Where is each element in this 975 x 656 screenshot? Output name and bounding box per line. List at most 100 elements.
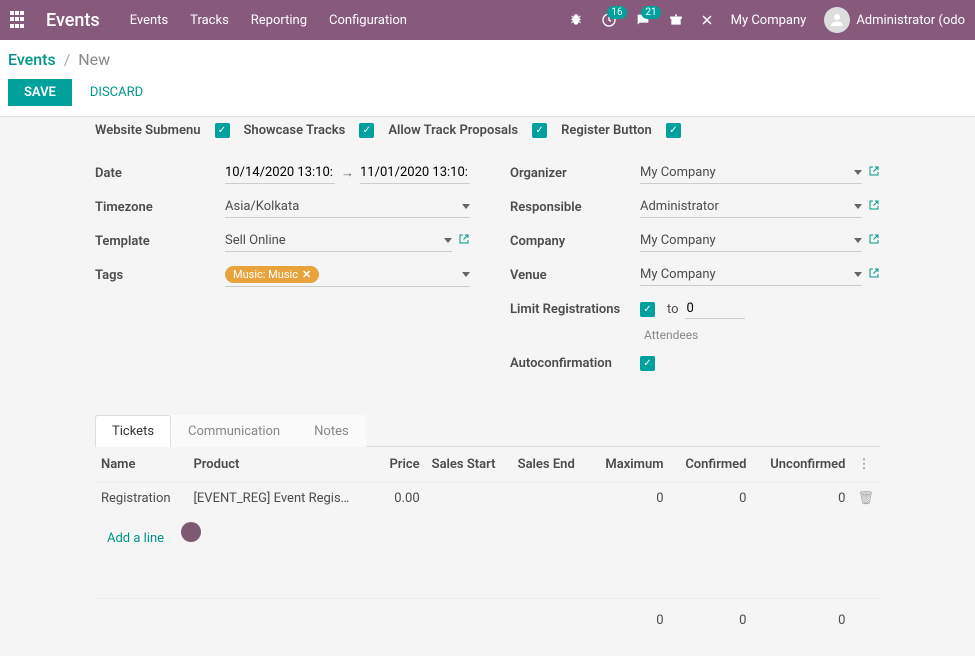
chevron-down-icon bbox=[854, 238, 862, 243]
tag-music[interactable]: Music: Music ✕ bbox=[225, 266, 319, 283]
date-start-input[interactable] bbox=[225, 162, 335, 184]
col-sales-start: Sales Start bbox=[426, 447, 512, 483]
chevron-down-icon bbox=[444, 238, 452, 243]
autoconf-checkbox[interactable]: ✓ bbox=[640, 356, 655, 371]
chevron-down-icon bbox=[462, 204, 470, 209]
company-menu[interactable]: My Company bbox=[731, 13, 807, 28]
chevron-down-icon bbox=[854, 204, 862, 209]
user-menu[interactable]: Administrator (odo bbox=[824, 7, 965, 33]
tickets-table: Name Product Price Sales Start Sales End… bbox=[95, 447, 880, 636]
date-label: Date bbox=[95, 166, 225, 181]
bug-icon[interactable] bbox=[569, 13, 583, 27]
chat-icon[interactable]: 21 bbox=[635, 12, 651, 28]
avatar-icon bbox=[824, 7, 850, 33]
cell-maximum[interactable]: 0 bbox=[590, 483, 670, 515]
allow-proposals-label: Allow Track Proposals bbox=[388, 123, 518, 138]
total-unconfirmed: 0 bbox=[752, 599, 851, 637]
cell-price[interactable]: 0.00 bbox=[378, 483, 426, 515]
venue-select[interactable]: My Company bbox=[640, 264, 862, 286]
chevron-down-icon bbox=[854, 170, 862, 175]
chevron-down-icon bbox=[462, 272, 470, 277]
control-panel: Events / New SAVE DISCARD bbox=[0, 40, 975, 117]
form-view: Website Submenu ✓ Showcase Tracks ✓ Allo… bbox=[0, 117, 975, 656]
delete-row-icon[interactable]: 🗑 bbox=[851, 483, 880, 515]
organizer-label: Organizer bbox=[510, 166, 640, 181]
breadcrumb-root[interactable]: Events bbox=[8, 50, 56, 69]
tags-input[interactable]: Music: Music ✕ bbox=[225, 263, 470, 287]
pointer-indicator bbox=[181, 522, 201, 542]
col-name: Name bbox=[95, 447, 187, 483]
tag-remove-icon[interactable]: ✕ bbox=[302, 268, 311, 281]
clock-icon[interactable]: 16 bbox=[601, 12, 617, 28]
tab-notes[interactable]: Notes bbox=[297, 415, 366, 447]
total-maximum: 0 bbox=[590, 599, 670, 637]
gift-icon[interactable] bbox=[669, 13, 683, 27]
discard-button[interactable]: DISCARD bbox=[90, 85, 143, 100]
organizer-select[interactable]: My Company bbox=[640, 162, 862, 184]
register-button-label: Register Button bbox=[561, 123, 652, 138]
tab-tickets[interactable]: Tickets bbox=[95, 415, 171, 447]
cell-unconfirmed[interactable]: 0 bbox=[752, 483, 851, 515]
col-product: Product bbox=[187, 447, 377, 483]
website-submenu-checkbox[interactable]: ✓ bbox=[215, 123, 230, 138]
col-unconfirmed: Unconfirmed bbox=[752, 447, 851, 483]
showcase-tracks-label: Showcase Tracks bbox=[244, 123, 346, 138]
apps-icon[interactable] bbox=[10, 11, 28, 29]
breadcrumb: Events / New bbox=[8, 50, 967, 69]
menu-events[interactable]: Events bbox=[130, 13, 168, 28]
add-line-button[interactable]: Add a line bbox=[101, 527, 170, 550]
showcase-tracks-checkbox[interactable]: ✓ bbox=[359, 123, 374, 138]
cell-product[interactable]: [EVENT_REG] Event Regis… bbox=[187, 483, 377, 515]
left-column: Date → Timezone Asia/Kolkata Template Se… bbox=[95, 160, 470, 384]
register-button-checkbox[interactable]: ✓ bbox=[666, 123, 681, 138]
timezone-label: Timezone bbox=[95, 200, 225, 215]
col-maximum: Maximum bbox=[590, 447, 670, 483]
external-link-icon[interactable] bbox=[868, 199, 880, 215]
timezone-select[interactable]: Asia/Kolkata bbox=[225, 196, 470, 218]
company-label: Company bbox=[510, 234, 640, 249]
responsible-select[interactable]: Administrator bbox=[640, 196, 862, 218]
limit-reg-label: Limit Registrations bbox=[510, 302, 640, 317]
template-label: Template bbox=[95, 234, 225, 249]
autoconf-label: Autoconfirmation bbox=[510, 356, 640, 371]
external-link-icon[interactable] bbox=[868, 267, 880, 283]
limit-value-input[interactable] bbox=[685, 299, 745, 319]
breadcrumb-current: New bbox=[78, 50, 110, 69]
totals-row: 0 0 0 bbox=[95, 599, 880, 637]
tab-communication[interactable]: Communication bbox=[171, 415, 297, 447]
external-link-icon[interactable] bbox=[458, 233, 470, 249]
external-link-icon[interactable] bbox=[868, 233, 880, 249]
total-confirmed: 0 bbox=[670, 599, 753, 637]
attendees-hint: Attendees bbox=[644, 328, 698, 342]
feature-toggle-row: Website Submenu ✓ Showcase Tracks ✓ Allo… bbox=[95, 117, 880, 148]
col-confirmed: Confirmed bbox=[670, 447, 753, 483]
external-link-icon[interactable] bbox=[868, 165, 880, 181]
notebook-tabs: Tickets Communication Notes bbox=[95, 414, 880, 447]
close-icon[interactable] bbox=[701, 14, 713, 26]
menu-tracks[interactable]: Tracks bbox=[190, 13, 229, 28]
cell-confirmed[interactable]: 0 bbox=[670, 483, 753, 515]
col-menu-icon[interactable]: ⋮ bbox=[851, 447, 880, 483]
chat-badge: 21 bbox=[641, 6, 660, 19]
company-select[interactable]: My Company bbox=[640, 230, 862, 252]
tags-label: Tags bbox=[95, 268, 225, 283]
brand: Events bbox=[46, 10, 100, 31]
website-submenu-label: Website Submenu bbox=[95, 123, 201, 138]
table-row[interactable]: Registration [EVENT_REG] Event Regis… 0.… bbox=[95, 483, 880, 515]
topbar: Events Events Tracks Reporting Configura… bbox=[0, 0, 975, 40]
cell-sales-end[interactable] bbox=[512, 483, 590, 515]
save-button[interactable]: SAVE bbox=[8, 79, 72, 106]
menu-configuration[interactable]: Configuration bbox=[329, 13, 407, 28]
allow-proposals-checkbox[interactable]: ✓ bbox=[532, 123, 547, 138]
right-column: Organizer My Company Responsible Adminis… bbox=[510, 160, 880, 384]
limit-to-text: to bbox=[667, 302, 679, 317]
main-menu: Events Tracks Reporting Configuration bbox=[130, 13, 407, 28]
cell-sales-start[interactable] bbox=[426, 483, 512, 515]
cell-name[interactable]: Registration bbox=[95, 483, 187, 515]
col-price: Price bbox=[378, 447, 426, 483]
template-select[interactable]: Sell Online bbox=[225, 230, 452, 252]
date-end-input[interactable] bbox=[360, 162, 470, 184]
menu-reporting[interactable]: Reporting bbox=[251, 13, 307, 28]
clock-badge: 16 bbox=[607, 6, 626, 19]
limit-reg-checkbox[interactable]: ✓ bbox=[640, 302, 655, 317]
